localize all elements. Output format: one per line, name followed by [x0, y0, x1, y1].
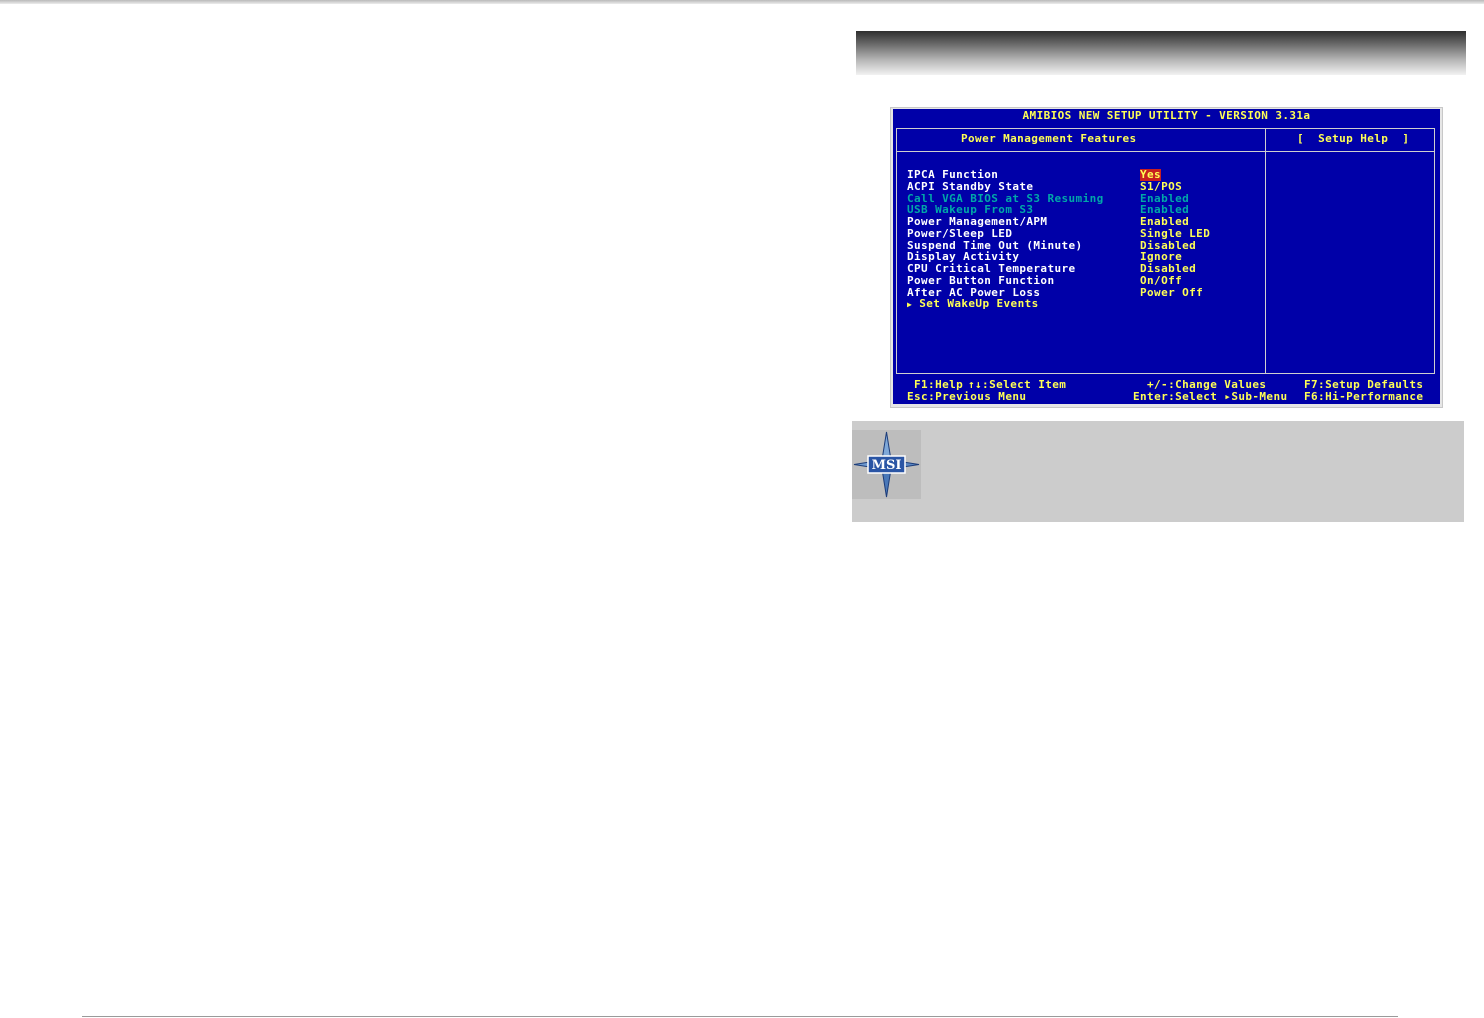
setting-value[interactable]: Power Off	[1140, 286, 1203, 299]
setting-row-acpi-standby-state[interactable]: ACPI Standby State S1/POS	[907, 179, 1247, 193]
top-rule	[0, 0, 1484, 4]
setting-label: Power Button Function	[907, 273, 1055, 287]
setting-label: ACPI Standby State	[907, 179, 1034, 193]
msi-logo-text: MSI	[872, 458, 902, 473]
setting-value[interactable]: Single LED	[1140, 227, 1210, 240]
manual-page: AMIBIOS NEW SETUP UTILITY - VERSION 3.31…	[0, 0, 1484, 1018]
submenu-set-wakeup-events[interactable]: ▶ Set WakeUp Events	[907, 298, 1247, 310]
submenu-arrow-icon: ▶	[907, 300, 913, 310]
bottom-rule	[82, 1016, 1398, 1017]
setup-help-title: [ Setup Help ]	[1297, 132, 1410, 145]
footer-select-submenu: Enter:Select ▸Sub-Menu	[1133, 390, 1288, 403]
footer-previous-menu: Esc:Previous Menu	[907, 390, 1027, 403]
setting-value[interactable]: S1/POS	[1140, 180, 1182, 193]
bios-screen: AMIBIOS NEW SETUP UTILITY - VERSION 3.31…	[893, 109, 1440, 404]
msi-compass-icon: MSI	[852, 430, 921, 499]
setting-row-power-sleep-led[interactable]: Power/Sleep LED Single LED	[907, 226, 1247, 240]
msi-note-box	[852, 421, 1464, 522]
panel-divider-horizontal	[897, 151, 1434, 152]
footer-hi-performance: F6:Hi-Performance	[1304, 390, 1424, 403]
submenu-label: Set WakeUp Events	[919, 297, 1039, 311]
setting-row-power-button-function[interactable]: Power Button Function On/Off	[907, 273, 1247, 287]
setting-row-cpu-critical-temperature[interactable]: CPU Critical Temperature Disabled	[907, 263, 1247, 275]
panel-divider-vertical	[1265, 129, 1266, 373]
setting-row-ipca-function[interactable]: IPCA Function Yes	[907, 169, 1247, 181]
bios-title: AMIBIOS NEW SETUP UTILITY - VERSION 3.31…	[1022, 109, 1311, 122]
msi-logo-graphic: MSI	[853, 431, 920, 498]
footer-line-2: Esc:Previous Menu Enter:Select ▸Sub-Menu…	[893, 391, 1440, 403]
setting-value[interactable]: On/Off	[1140, 274, 1182, 287]
setting-row-power-management-apm[interactable]: Power Management/APM Enabled	[907, 216, 1247, 228]
setting-label: Power/Sleep LED	[907, 226, 1013, 240]
settings-list: IPCA Function Yes ACPI Standby State S1/…	[907, 169, 1247, 310]
section-title: Power Management Features	[961, 132, 1137, 145]
section-header-bar	[856, 31, 1466, 75]
